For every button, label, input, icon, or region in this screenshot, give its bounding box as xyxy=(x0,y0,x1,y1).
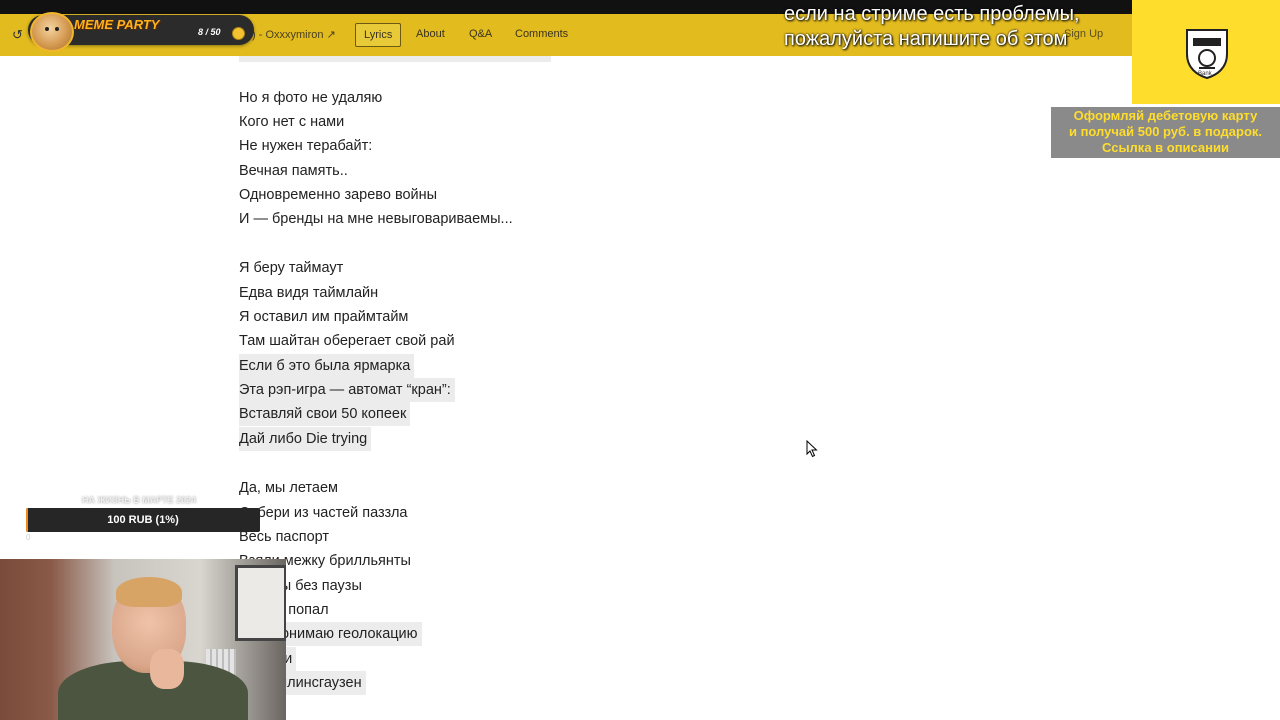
lyric-line[interactable]: Да, мы летаем xyxy=(239,476,338,500)
back-icon[interactable]: ↺ xyxy=(12,27,23,43)
lyric-line[interactable]: Едва видя таймлайн xyxy=(239,281,378,305)
meme-party-score: 8 / 50 xyxy=(198,27,221,37)
webcam-person-hand xyxy=(150,649,184,689)
donation-goal-amount: 100 RUB (1%) xyxy=(107,514,179,526)
lyric-line[interactable]: Дай либо Die trying xyxy=(239,427,372,451)
mouse-cursor-icon xyxy=(806,440,818,458)
donation-goal-start: 0 xyxy=(26,533,31,542)
song-title[interactable]: ) - Oxxxymiron ↗ xyxy=(252,28,336,41)
donation-goal-title: НА ЖИЗНЬ В МАРТЕ 2024 xyxy=(82,495,197,505)
bank-banner-line3: Ссылка в описании xyxy=(1102,140,1229,155)
lyric-highlight-partial xyxy=(239,56,551,62)
webcam-window xyxy=(235,565,286,641)
lyric-line[interactable]: Но я фото не удаляю xyxy=(239,86,382,110)
webcam-person-hair xyxy=(116,577,182,607)
song-title-text: ) - Oxxxymiron xyxy=(252,29,324,41)
tab-comments[interactable]: Comments xyxy=(507,23,576,45)
bank-brand-text: Bank xyxy=(1198,71,1212,77)
tab-about[interactable]: About xyxy=(408,23,453,45)
bank-ad-banner[interactable]: Оформляй дебетовую карту и получай 500 р… xyxy=(1051,107,1280,158)
top-black-strip xyxy=(0,0,1280,14)
lyric-line[interactable]: Собери из частей паззла xyxy=(239,501,408,525)
stream-problem-message: если на стриме есть проблемы, пожалуйста… xyxy=(784,2,1080,52)
lyric-line[interactable]: И — бренды на мне невыговариваемы... xyxy=(239,207,513,231)
doge-avatar-icon xyxy=(30,12,74,52)
bank-banner-line1: Оформляй дебетовую карту xyxy=(1073,108,1258,123)
stream-message-line2: пожалуйста напишите об этом xyxy=(784,28,1068,50)
lyric-line[interactable]: Кого нет с нами xyxy=(239,110,344,134)
tab-lyrics[interactable]: Lyrics xyxy=(355,23,402,47)
lyric-line[interactable]: Вставляй свои 50 копеек xyxy=(239,402,411,426)
lyric-line[interactable]: Не нужен терабайт: xyxy=(239,134,372,158)
external-link-icon: ↗ xyxy=(326,29,336,41)
lyric-line[interactable]: Я беру таймаут xyxy=(239,256,343,280)
meme-party-title: MEME PARTY xyxy=(74,17,160,32)
lyric-line[interactable]: Я оставил им праймтайм xyxy=(239,305,408,329)
coin-icon xyxy=(232,27,245,40)
lyric-line[interactable]: Там шайтан оберегает свой рай xyxy=(239,329,455,353)
lyric-line[interactable]: Вечная память.. xyxy=(239,159,348,183)
donation-goal-bar: 100 RUB (1%) xyxy=(26,508,260,532)
tab-qa[interactable]: Q&A xyxy=(461,23,500,45)
stream-message-line1: если на стриме есть проблемы, xyxy=(784,3,1080,25)
lyric-line[interactable]: Если б это была ярмарка xyxy=(239,354,415,378)
bank-ad-logo-box xyxy=(1132,0,1280,104)
lyric-line[interactable]: Одновременно зарево войны xyxy=(239,183,437,207)
lyric-line[interactable]: Эта рэп-игра — автомат “кран”: xyxy=(239,378,455,402)
bank-banner-line2: и получай 500 руб. в подарок. xyxy=(1068,124,1263,139)
streamer-webcam xyxy=(0,559,286,720)
